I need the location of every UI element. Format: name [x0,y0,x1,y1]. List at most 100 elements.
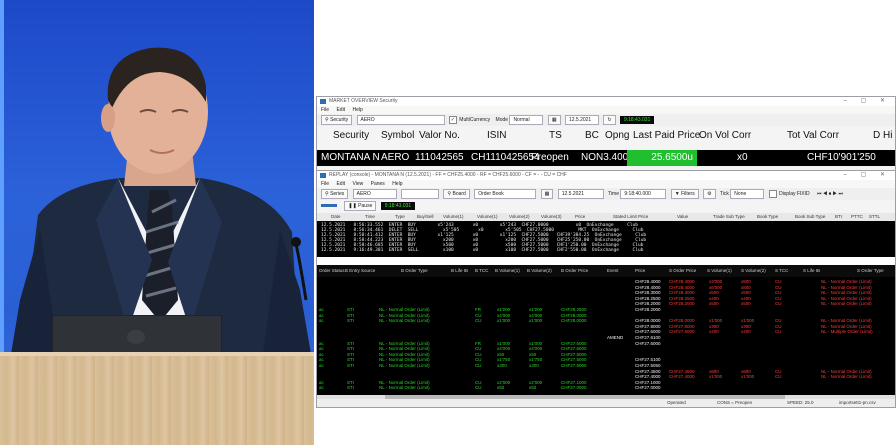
pane-divider[interactable] [317,257,895,265]
replay-clock: 9:18:43.031 [380,201,416,210]
book-cell-sv1: x400 [709,295,719,301]
book-cell-tcc: FR [475,307,481,312]
security-select[interactable]: AERO [356,114,445,125]
book-cell-v2: x2'000 [529,379,543,385]
book-cell-price: CHF27.1000 [635,379,661,385]
col-symbol: Symbol [381,130,415,141]
filters-button[interactable]: ▼ Filters [670,188,699,199]
row-valor: 111042565 [415,152,464,163]
order-book-row[interactable]: ac STI NL - Normal Order (Limit) CU x4'000 x4… [317,313,895,318]
menu-panes[interactable]: Panes [371,181,385,187]
book-cell-price: CHF29.4000 [635,279,661,284]
menu-help[interactable]: Help [392,181,402,187]
market-overview-title: MARKET OVERVIEW Security [329,98,398,104]
menu-edit[interactable]: Edit [336,107,345,113]
col-tot-val: Tot Val Corr [787,130,840,141]
multicurrency-checkbox[interactable]: ✓ [448,115,457,124]
order-book-row[interactable]: CHF27.4500 CHF27.4500 x800 x800 CU NL - Norma… [317,369,895,374]
date-field[interactable]: 12.5.2021 [564,114,599,125]
order-book-row[interactable]: ac STI NL - Normal Order (Limit) FR x1'000 x1… [317,341,895,346]
menu-help[interactable]: Help [352,107,362,113]
search-icon: ⚲ [325,190,329,197]
security-button[interactable]: ⚲ Security [321,114,353,125]
pause-button[interactable]: ❚❚ Pause [344,200,377,211]
book-cell-v2: x4'000 [529,346,543,352]
book-cell-ot: NL - Normal Order (Limit) [379,363,430,368]
book-cell-ot: NL - Normal Order (Limit) [379,379,430,385]
order-book-row[interactable]: CHF28.3000 CHF28.3000 x500 x500 CU NL - Norma… [317,290,895,295]
order-book-row[interactable]: ac STI NL - Normal Order (Limit) CU x2'000 x2… [317,380,895,385]
tick-select[interactable]: None [730,188,765,199]
book-cell-price: CHF27.8000 [635,323,661,329]
order-book-row[interactable]: ac STI NL - Normal Order (Limit) CU x1'750 x1… [317,357,895,362]
book-col: S Volume(2) [741,268,766,273]
calendar-icon[interactable]: ▦ [547,114,561,125]
order-book-row[interactable]: CHF27.4000 CHF27.4000 x1'000 x1'000 CU NL - N… [317,374,895,379]
settings-icon[interactable]: ⚙ [703,188,716,199]
book-cell-sot: NL - Normal Order (Limit) [821,290,872,296]
window-controls-icon[interactable]: – ▢ ✕ [844,97,891,106]
menu-file[interactable]: File [321,181,329,187]
status-operated: Operated [667,400,686,405]
board-select[interactable]: Order Book [474,188,537,199]
order-book-row[interactable]: ac STI NL - Normal Order (Limit) CU x300 x300… [317,363,895,368]
menu-view[interactable]: View [352,181,363,187]
book-cell-sp: CHF29.4000 [669,279,695,284]
trade-col: Volume(3) [541,214,562,219]
book-cell-price: CHF27.5100 [635,357,661,363]
transport-controls-icon[interactable]: ⏮ ◀ ⏹ ▶ ⏭ [817,191,843,197]
trades-table[interactable]: 12.5.2021 8:56:33.552 ENTER BUY x5'243 x… [317,221,895,257]
board-button[interactable]: ⚲ Board [443,188,470,199]
trade-row[interactable]: 12.5.2021 9:16:49.381 ENTER SELL x100 x0… [321,248,643,253]
book-cell-sv2: x800 [741,279,751,284]
order-book-row[interactable]: CHF27.6000 CHF27.6000 x400 x400 CU NL - Multi… [317,329,895,334]
book-cell-sp: CHF27.4000 [669,374,695,380]
order-book-table[interactable]: CHF29.4000 CHF29.4000 x3'000 x800 CU NL - Nor… [317,277,895,395]
book-col: Price [635,268,646,273]
book-cell-ot: NL - Normal Order (Limit) [379,307,430,312]
menu-edit[interactable]: Edit [336,181,345,187]
time-field[interactable]: 9:18:40.000 [620,188,667,199]
market-overview-toolbar: ⚲ Security AERO ✓ MultiCurrency Mode Nor… [317,114,895,126]
book-cell-sot: NL - Normal Order (Limit) [821,284,872,290]
row-tot-val: CHF10'901'250 [807,152,876,163]
col-valor: Valor No. [419,130,460,141]
trade-col: Stated Limit Price [613,214,649,219]
order-book-row[interactable]: CHF28.4000 CHF28.4000 x6'000 x800 CU NL - Nor… [317,285,895,290]
book-col: B Order Type [401,268,428,273]
book-cell-sp: CHF28.0000 [669,318,695,324]
book-cell-ot: NL - Normal Order (Limit) [379,346,430,352]
replay-window[interactable]: REPLAY (console) - MONTANA N (12.5.2021)… [316,170,896,408]
order-book-row[interactable]: ac STI NL - Normal Order (Limit) FR x1'200 x1… [317,307,895,312]
order-book-row[interactable]: CHF28.2000 CHF28.2000 x500 x500 CU NL - Norma… [317,301,895,306]
speed-slider[interactable] [321,204,337,208]
market-overview-titlebar[interactable]: MARKET OVERVIEW Security – ▢ ✕ [317,97,895,106]
order-book-row[interactable]: AMEND CHF27.6100 [317,335,895,340]
order-book-row[interactable]: CHF27.8000 CHF27.8000 x300 x300 CU NL - Norma… [317,324,895,329]
series-secondary-select[interactable] [401,188,440,199]
search-icon: ⚲ [325,116,329,123]
book-cell-sv2: x800 [741,284,751,290]
replay-titlebar[interactable]: REPLAY (console) - MONTANA N (12.5.2021)… [317,171,895,180]
order-book-row[interactable]: ac STI NL - Normal Order (Limit) CU x1'000 x1… [317,318,895,323]
calendar-icon[interactable]: ▦ [540,188,554,199]
order-book-row[interactable]: CHF28.2500 CHF28.2500 x400 x400 CU NL - Norma… [317,296,895,301]
book-col: B Volume(2) [527,268,552,273]
menu-file[interactable]: File [321,107,329,113]
order-book-row[interactable]: ac STI NL - Normal Order (Limit) CU x4'000 x4… [317,346,895,351]
series-select[interactable]: AERO [352,188,397,199]
order-book-row[interactable]: CHF29.4000 CHF29.4000 x3'000 x800 CU NL - Nor… [317,279,895,284]
window-controls-icon[interactable]: – ▢ ✕ [844,171,891,180]
series-button[interactable]: ⚲ Series [321,188,349,199]
order-book-row[interactable]: ac STI NL - Normal Order (Limit) CU x50 x50 CH… [317,352,895,357]
mode-select[interactable]: Normal [509,114,544,125]
display-fixid-checkbox[interactable] [768,189,777,198]
refresh-icon[interactable]: ↻ [603,114,616,125]
order-book-row[interactable]: ac STI NL - Normal Order (Limit) CU x50 x50 CH… [317,385,895,390]
book-cell-sp: CHF27.8000 [669,323,695,329]
book-cell-bs: ac [319,357,324,363]
market-overview-row[interactable]: MONTANA N AERO 111042565 CH1110425654 Pr… [317,150,895,166]
book-col: Order Status [319,268,345,273]
book-cell-price: CHF27.6100 [635,335,661,340]
replay-date-field[interactable]: 12.5.2021 [557,188,604,199]
